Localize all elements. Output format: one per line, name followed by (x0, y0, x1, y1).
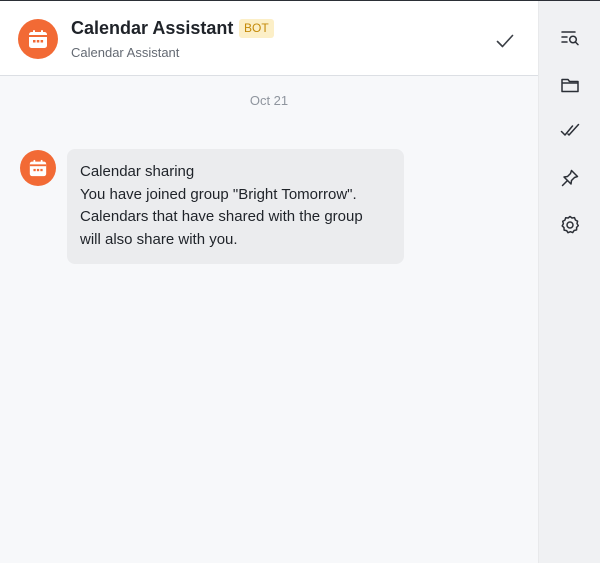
chat-header: Calendar Assistant BOT Calendar Assistan… (0, 1, 538, 76)
search-history-button[interactable] (557, 25, 583, 51)
pinned-button[interactable] (557, 165, 583, 191)
right-toolbar (538, 1, 600, 563)
bot-avatar[interactable] (18, 19, 58, 59)
message-bubble[interactable]: Calendar sharing You have joined group "… (67, 149, 404, 265)
chat-title[interactable]: Calendar Assistant (71, 18, 233, 39)
message-heading: Calendar sharing (80, 163, 195, 180)
message-sender-avatar[interactable] (20, 150, 56, 186)
checkmark-icon (496, 34, 514, 48)
files-button[interactable] (557, 72, 583, 98)
calendar-icon (29, 159, 47, 177)
bot-badge: BOT (239, 19, 274, 38)
settings-button[interactable] (557, 212, 583, 238)
double-check-icon (560, 123, 580, 136)
settings-gear-icon (561, 215, 580, 234)
search-history-icon (561, 31, 579, 46)
message-line: Calendars that have shared with the grou… (80, 208, 363, 226)
message-line: You have joined group "Bright Tomorrow". (80, 185, 357, 203)
message-line: will also share with you. (80, 230, 238, 248)
tasks-button[interactable] (557, 118, 583, 144)
date-divider: Oct 21 (249, 93, 289, 108)
pin-icon (561, 169, 579, 187)
calendar-icon (29, 30, 47, 48)
chat-subtitle: Calendar Assistant (71, 45, 180, 60)
mark-done-button[interactable] (493, 29, 517, 53)
folder-icon (561, 78, 579, 93)
chat-panel: Calendar Assistant BOT Calendar Assistan… (0, 1, 538, 563)
